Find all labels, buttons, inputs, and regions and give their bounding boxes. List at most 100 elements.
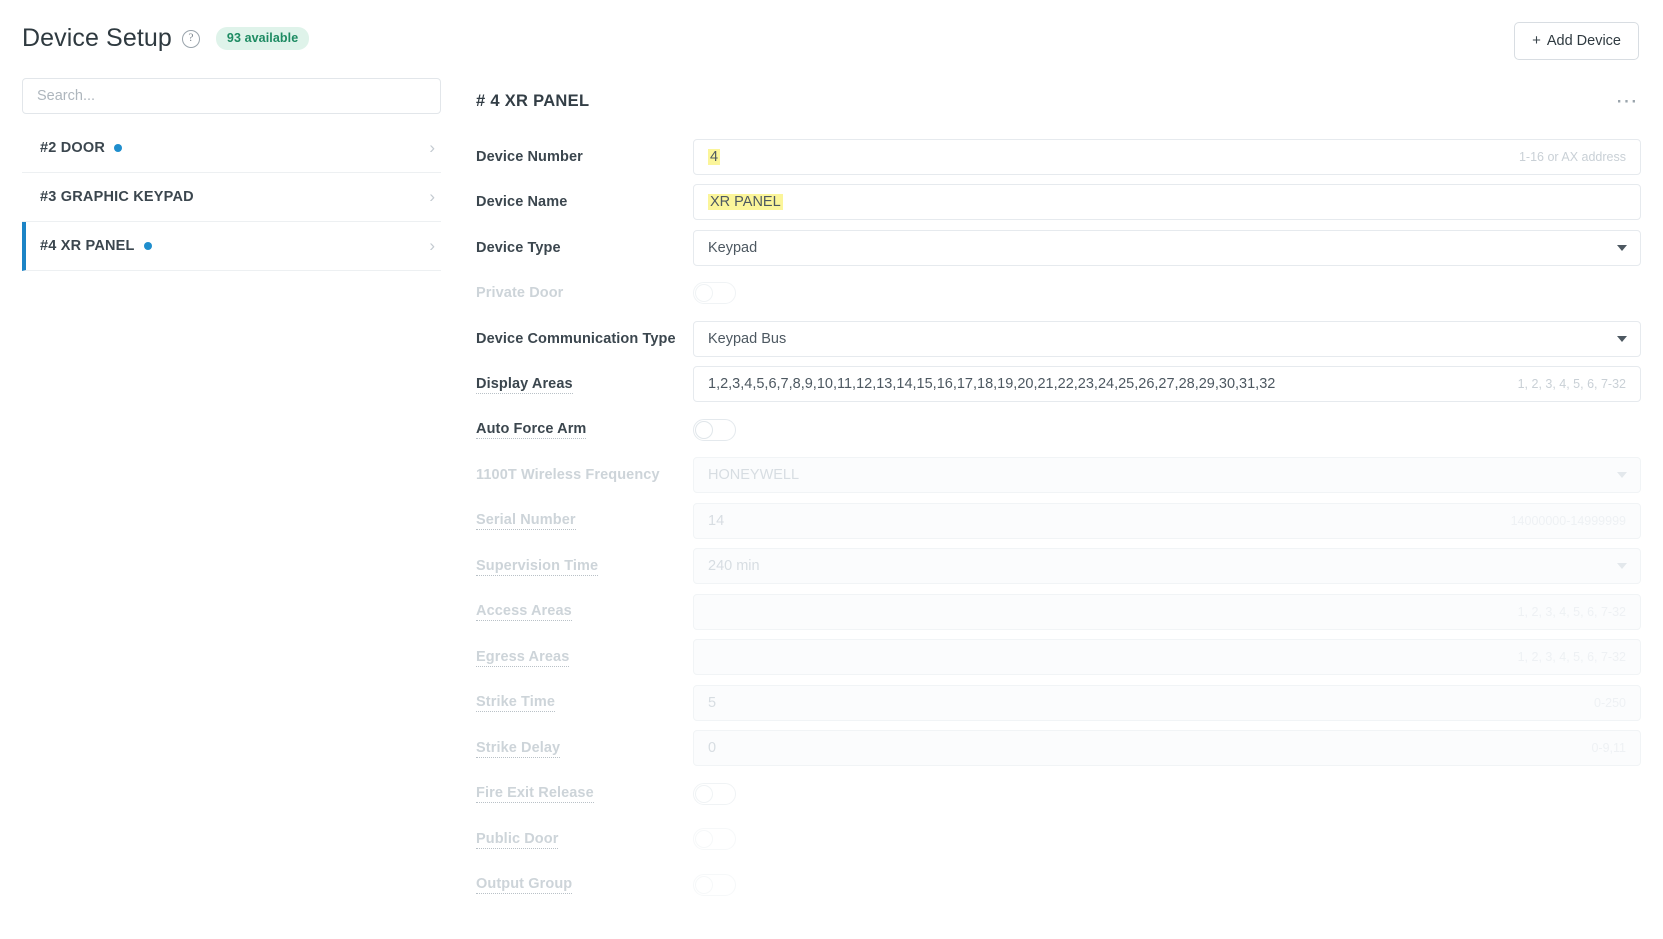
label-cell: Output Group bbox=[476, 875, 693, 895]
field-hint: 1, 2, 3, 4, 5, 6, 7-32 bbox=[1517, 604, 1626, 619]
device-number-input[interactable]: 4 1-16 or AX address bbox=[693, 138, 1641, 175]
field-strike-time: Strike Time 5 0-250 bbox=[476, 680, 1641, 726]
field-hint: 14000000-14999999 bbox=[1510, 513, 1626, 528]
field-label: Supervision Time bbox=[476, 557, 599, 576]
help-icon[interactable]: ? bbox=[181, 29, 200, 48]
field-supervision-time: Supervision Time 240 min bbox=[476, 544, 1641, 590]
field-value: Keypad bbox=[708, 239, 758, 256]
display-areas-input[interactable]: 1,2,3,4,5,6,7,8,9,10,11,12,13,14,15,16,1… bbox=[693, 366, 1641, 403]
device-communication-type-select[interactable]: Keypad Bus bbox=[693, 320, 1641, 357]
auto-force-arm-toggle[interactable] bbox=[693, 418, 736, 441]
label-cell: Device Communication Type bbox=[476, 330, 693, 348]
label-cell: Private Door bbox=[476, 284, 693, 302]
body-wrapper: #2 DOOR › #3 GRAPHIC KEYPAD › #4 XR PANE… bbox=[0, 78, 1663, 908]
field-device-name: Device Name XR PANEL bbox=[476, 180, 1641, 226]
chevron-right-icon: › bbox=[429, 236, 435, 255]
device-form: Device Number 4 1-16 or AX address Devic… bbox=[476, 134, 1641, 908]
field-value: Keypad Bus bbox=[708, 330, 787, 347]
field-hint: 0-250 bbox=[1594, 695, 1626, 710]
field-1100t-wireless-frequency: 1100T Wireless Frequency HONEYWELL bbox=[476, 453, 1641, 499]
field-label: Private Door bbox=[476, 285, 564, 302]
field-public-door: Public Door bbox=[476, 817, 1641, 863]
toggle-knob bbox=[695, 830, 713, 849]
chevron-down-icon bbox=[1617, 244, 1627, 251]
field-hint: 1-16 or AX address bbox=[1518, 149, 1626, 164]
field-value: 5 bbox=[708, 694, 717, 711]
field-label: Public Door bbox=[476, 830, 559, 849]
field-label: Display Areas bbox=[476, 375, 573, 394]
wireless-frequency-select: HONEYWELL bbox=[693, 457, 1641, 494]
page-title: Device Setup bbox=[22, 24, 172, 52]
toggle-cell bbox=[693, 867, 1641, 903]
toggle-knob bbox=[695, 784, 713, 803]
field-hint: 0-9,11 bbox=[1591, 741, 1626, 756]
device-item-label: #4 XR PANEL bbox=[40, 238, 135, 254]
add-device-button[interactable]: + Add Device bbox=[1514, 22, 1639, 60]
label-cell: Serial Number bbox=[476, 511, 693, 531]
search-input[interactable] bbox=[22, 78, 441, 114]
device-detail-panel: # 4 XR PANEL ⋯ Device Number 4 1-16 or A… bbox=[440, 78, 1663, 908]
label-cell: Public Door bbox=[476, 830, 693, 849]
field-value: HONEYWELL bbox=[708, 467, 800, 484]
strike-time-input: 5 0-250 bbox=[693, 684, 1641, 721]
field-label: Device Number bbox=[476, 148, 583, 165]
field-display-areas: Display Areas 1,2,3,4,5,6,7,8,9,10,11,12… bbox=[476, 362, 1641, 408]
field-label: Access Areas bbox=[476, 603, 572, 622]
field-private-door: Private Door bbox=[476, 271, 1641, 317]
output-group-toggle bbox=[693, 873, 736, 896]
field-access-areas: Access Areas 1, 2, 3, 4, 5, 6, 7-32 bbox=[476, 589, 1641, 635]
toggle-knob bbox=[695, 875, 713, 894]
sidebar-item-xr-panel[interactable]: #4 XR PANEL › bbox=[22, 222, 441, 271]
toggle-knob bbox=[695, 284, 713, 303]
sidebar: #2 DOOR › #3 GRAPHIC KEYPAD › #4 XR PANE… bbox=[0, 78, 441, 271]
fire-exit-release-toggle bbox=[693, 782, 736, 805]
public-door-toggle bbox=[693, 828, 736, 851]
status-dot-icon bbox=[114, 144, 123, 152]
field-label: Strike Time bbox=[476, 694, 556, 713]
field-label: Strike Delay bbox=[476, 739, 561, 758]
field-fire-exit-release: Fire Exit Release bbox=[476, 771, 1641, 817]
field-device-communication-type: Device Communication Type Keypad Bus bbox=[476, 316, 1641, 362]
chevron-down-icon bbox=[1617, 335, 1627, 342]
sidebar-item-door[interactable]: #2 DOOR › bbox=[22, 124, 441, 173]
field-value: 0 bbox=[708, 740, 717, 757]
field-strike-delay: Strike Delay 0 0-9,11 bbox=[476, 726, 1641, 772]
label-cell: Device Type bbox=[476, 239, 693, 257]
device-type-select[interactable]: Keypad bbox=[693, 229, 1641, 266]
label-cell: Access Areas bbox=[476, 602, 693, 622]
label-cell: Fire Exit Release bbox=[476, 784, 693, 804]
label-cell: Strike Time bbox=[476, 693, 693, 713]
field-label: 1100T Wireless Frequency bbox=[476, 467, 660, 484]
title-row: Device Setup ? 93 available bbox=[22, 24, 1639, 53]
available-badge: 93 available bbox=[215, 27, 310, 50]
detail-title: # 4 XR PANEL bbox=[476, 91, 590, 110]
private-door-toggle[interactable] bbox=[693, 282, 736, 305]
field-value: 14 bbox=[708, 512, 725, 529]
label-cell: Supervision Time bbox=[476, 557, 693, 576]
device-item-label: #2 DOOR bbox=[40, 140, 106, 156]
sidebar-item-graphic-keypad[interactable]: #3 GRAPHIC KEYPAD › bbox=[22, 173, 441, 222]
field-device-number: Device Number 4 1-16 or AX address bbox=[476, 134, 1641, 180]
field-serial-number: Serial Number 14 14000000-14999999 bbox=[476, 498, 1641, 544]
status-dot-icon bbox=[143, 242, 152, 250]
detail-header: # 4 XR PANEL ⋯ bbox=[476, 78, 1641, 118]
field-label: Output Group bbox=[476, 876, 573, 895]
device-list: #2 DOOR › #3 GRAPHIC KEYPAD › #4 XR PANE… bbox=[22, 124, 441, 271]
label-cell: 1100T Wireless Frequency bbox=[476, 466, 693, 484]
page-header: Device Setup ? 93 available + Add Device bbox=[0, 0, 1663, 78]
field-label: Auto Force Arm bbox=[476, 421, 587, 440]
supervision-time-select: 240 min bbox=[693, 548, 1641, 585]
chevron-right-icon: › bbox=[429, 187, 435, 206]
label-cell: Display Areas bbox=[476, 375, 693, 394]
toggle-cell bbox=[693, 412, 1641, 448]
more-options-icon[interactable]: ⋯ bbox=[1614, 90, 1642, 112]
field-label: Device Type bbox=[476, 239, 561, 256]
field-label: Device Name bbox=[476, 194, 568, 211]
label-cell: Strike Delay bbox=[476, 739, 693, 758]
field-value: 4 bbox=[708, 148, 721, 165]
device-name-input[interactable]: XR PANEL bbox=[693, 184, 1641, 221]
toggle-cell bbox=[693, 821, 1641, 857]
field-hint: 1, 2, 3, 4, 5, 6, 7-32 bbox=[1517, 650, 1626, 665]
strike-delay-input: 0 0-9,11 bbox=[693, 730, 1641, 767]
chevron-down-icon bbox=[1617, 563, 1627, 570]
